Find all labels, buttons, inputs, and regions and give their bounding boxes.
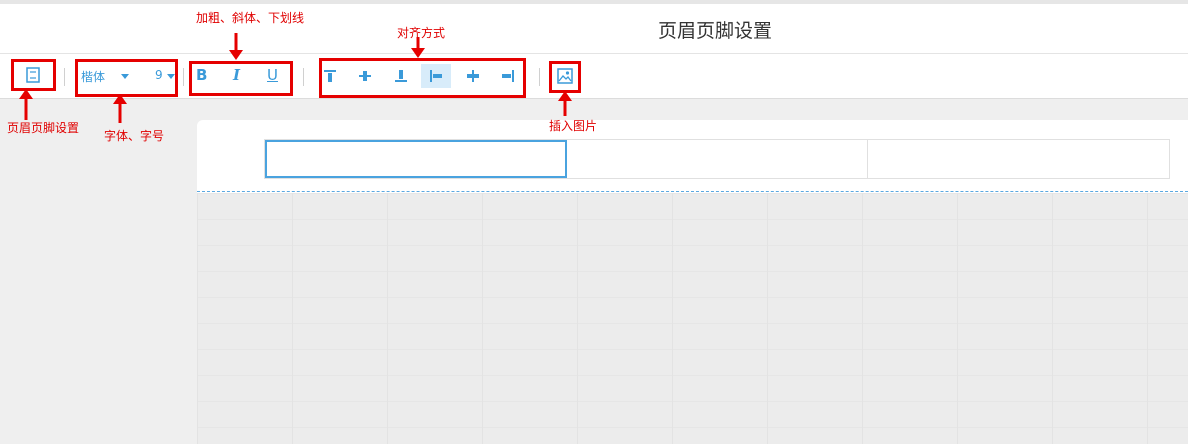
page-title: 页眉页脚设置 xyxy=(657,20,772,42)
annotation-box-image xyxy=(549,61,581,93)
annotation-label-format: 加粗、斜体、下划线 xyxy=(196,11,305,25)
header-cell-right[interactable] xyxy=(868,140,1169,178)
toolbar-separator xyxy=(64,68,65,86)
header-boundary-line xyxy=(197,191,1188,192)
annotation-box-font xyxy=(75,59,178,97)
annotation-label-font: 字体、字号 xyxy=(104,129,165,143)
header-cell-center[interactable] xyxy=(567,140,869,178)
annotation-box-settings xyxy=(11,59,56,91)
toolbar-separator xyxy=(539,68,540,86)
annotation-box-format xyxy=(189,61,293,96)
annotation-arrow xyxy=(558,91,572,116)
header-cells xyxy=(264,139,1170,179)
toolbar-separator xyxy=(303,68,304,86)
top-border xyxy=(0,0,1188,4)
toolbar-separator xyxy=(183,68,184,86)
sheet-grid xyxy=(197,193,1188,444)
annotation-arrow xyxy=(229,33,243,60)
annotation-label-image: 插入图片 xyxy=(549,119,598,133)
annotation-arrow xyxy=(19,89,33,120)
page-preview xyxy=(197,120,1188,444)
toolbar xyxy=(0,54,1188,99)
annotation-arrow xyxy=(113,94,127,123)
annotation-label-settings: 页眉页脚设置 xyxy=(7,121,80,135)
header-cell-left[interactable] xyxy=(265,140,567,178)
annotation-box-align xyxy=(319,58,526,98)
annotation-label-align: 对齐方式 xyxy=(397,26,446,40)
